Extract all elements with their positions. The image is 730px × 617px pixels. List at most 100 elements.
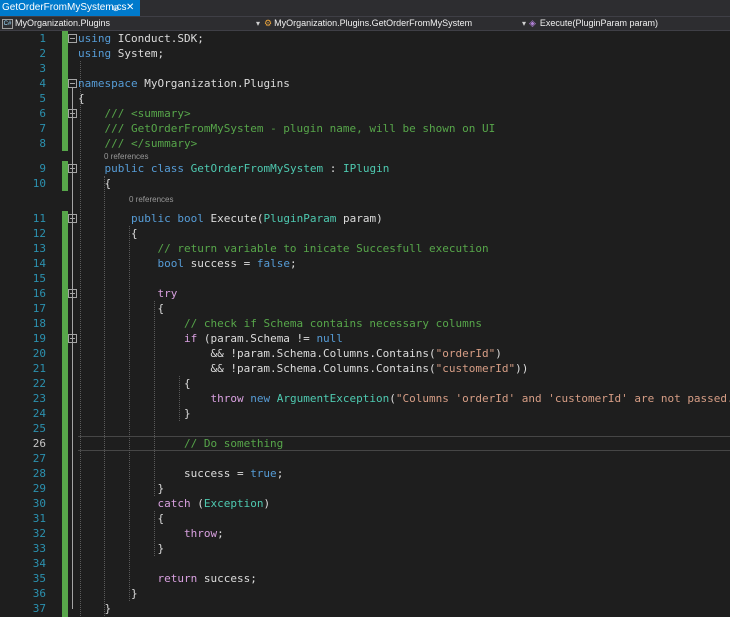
collapse-icon[interactable] [68,214,77,223]
code-line[interactable]: 18 // check if Schema contains necessary… [0,316,730,331]
line-number: 32 [32,527,46,540]
code-text: throw; [183,527,224,540]
code-line[interactable]: 36 } [0,586,730,601]
code-line[interactable]: 2 using System; [0,46,730,61]
chevron-down-icon[interactable]: ▾ [256,17,260,30]
code-line[interactable]: 37 } [0,601,730,616]
tab-filename[interactable]: GetOrderFromMySystem.cs [2,0,126,16]
code-text: public bool Execute(PluginParam param) [130,212,383,225]
project-dropdown[interactable]: C# MyOrganization.Plugins ▾ [2,17,262,30]
line-number: 21 [32,362,46,375]
change-marker [62,346,68,361]
code-text: { [78,92,85,105]
code-text: bool success = false; [157,257,297,270]
code-line[interactable]: 19 if (param.Schema != null [0,331,730,346]
code-line[interactable]: 30 catch (Exception) [0,496,730,511]
code-line[interactable]: 8 /// </summary> [0,136,730,151]
line-number: 29 [32,482,46,495]
pin-icon[interactable]: ⊕ [112,0,120,16]
code-line[interactable]: 6 /// <summary> [0,106,730,121]
code-line[interactable]: 33 } [0,541,730,556]
code-line[interactable]: 34 [0,556,730,571]
code-line[interactable]: 27 [0,451,730,466]
collapse-icon[interactable] [68,289,77,298]
code-text: catch (Exception) [157,497,271,510]
code-line[interactable]: 9 public class GetOrderFromMySystem : IP… [0,161,730,176]
code-line[interactable]: 25 [0,421,730,436]
chevron-down-icon[interactable]: ▾ [522,17,526,30]
codelens-class-references[interactable]: 0 references [104,152,148,161]
change-marker [62,241,68,256]
line-number: 1 [39,32,46,45]
project-label: MyOrganization.Plugins [15,18,111,28]
code-text: /// GetOrderFromMySystem - plugin name, … [104,122,496,135]
code-line[interactable]: 35 return success; [0,571,730,586]
code-line[interactable]: 16 try [0,286,730,301]
change-marker [62,91,68,106]
collapse-icon[interactable] [68,79,77,88]
line-number: 3 [39,62,46,75]
collapse-icon[interactable] [68,164,77,173]
line-number: 37 [32,602,46,615]
close-icon[interactable]: ✕ [126,0,134,16]
member-dropdown[interactable]: ◈ Execute(PluginParam param) [529,17,729,30]
type-label: MyOrganization.Plugins.GetOrderFromMySys… [274,18,473,28]
code-line[interactable]: 12 { [0,226,730,241]
line-number: 6 [39,107,46,120]
change-marker [62,176,68,191]
line-number: 9 [39,162,46,175]
code-line[interactable]: 15 [0,271,730,286]
code-line[interactable]: 3 [0,61,730,76]
change-marker [62,226,68,241]
code-text: && !param.Schema.Columns.Contains("order… [78,347,502,360]
type-dropdown[interactable]: ⚙ MyOrganization.Plugins.GetOrderFromMySy… [264,17,528,30]
code-line[interactable]: 21 && !param.Schema.Columns.Contains("cu… [0,361,730,376]
change-marker [62,586,68,601]
line-number: 18 [32,317,46,330]
code-text: { [78,302,165,315]
code-line[interactable]: 1 using IConduct.SDK; [0,31,730,46]
code-line[interactable]: 11 public bool Execute(PluginParam param… [0,211,730,226]
collapse-icon[interactable] [68,34,77,43]
codelens-method-references[interactable]: 0 references [129,195,173,204]
change-marker [62,436,68,451]
csharp-project-icon: C# [2,18,13,29]
change-marker [62,256,68,271]
code-line[interactable]: 26 // Do something [0,436,730,451]
change-marker [62,601,68,616]
collapse-icon[interactable] [68,334,77,343]
code-line[interactable]: 22 { [0,376,730,391]
code-line[interactable]: 14 bool success = false; [0,256,730,271]
code-line[interactable]: 31 { [0,511,730,526]
change-marker [62,376,68,391]
code-text: } [78,482,165,495]
code-line[interactable]: 28 success = true; [0,466,730,481]
code-line[interactable]: 10 { [0,176,730,191]
line-number: 25 [32,422,46,435]
document-tab-bar: GetOrderFromMySystem.cs ⊕ ✕ [0,0,730,16]
code-text: throw new ArgumentException("Columns 'or… [210,392,730,405]
code-line[interactable]: 7 /// GetOrderFromMySystem - plugin name… [0,121,730,136]
code-line[interactable]: 17 { [0,301,730,316]
code-line[interactable]: 5{ [0,91,730,106]
code-text: } [78,602,112,615]
code-line[interactable]: 32 throw; [0,526,730,541]
line-number: 7 [39,122,46,135]
code-line[interactable]: 4 namespace MyOrganization.Plugins [0,76,730,91]
line-number: 33 [32,542,46,555]
line-number: 24 [32,407,46,420]
document-tab[interactable]: GetOrderFromMySystem.cs ⊕ ✕ [0,0,140,16]
line-number: 14 [32,257,46,270]
code-line[interactable]: 24 } [0,406,730,421]
code-line[interactable]: 13 // return variable to inicate Succesf… [0,241,730,256]
code-editor[interactable]: 0 references 0 references 1 using IConduc… [0,31,730,617]
code-line[interactable]: 20 && !param.Schema.Columns.Contains("or… [0,346,730,361]
code-text: { [78,227,138,240]
code-line[interactable]: 29 } [0,481,730,496]
code-line[interactable]: 23 throw new ArgumentException("Columns … [0,391,730,406]
change-marker [62,121,68,136]
collapse-icon[interactable] [68,109,77,118]
code-text: { [78,512,165,525]
change-marker [62,556,68,571]
code-text: success = true; [78,467,284,480]
